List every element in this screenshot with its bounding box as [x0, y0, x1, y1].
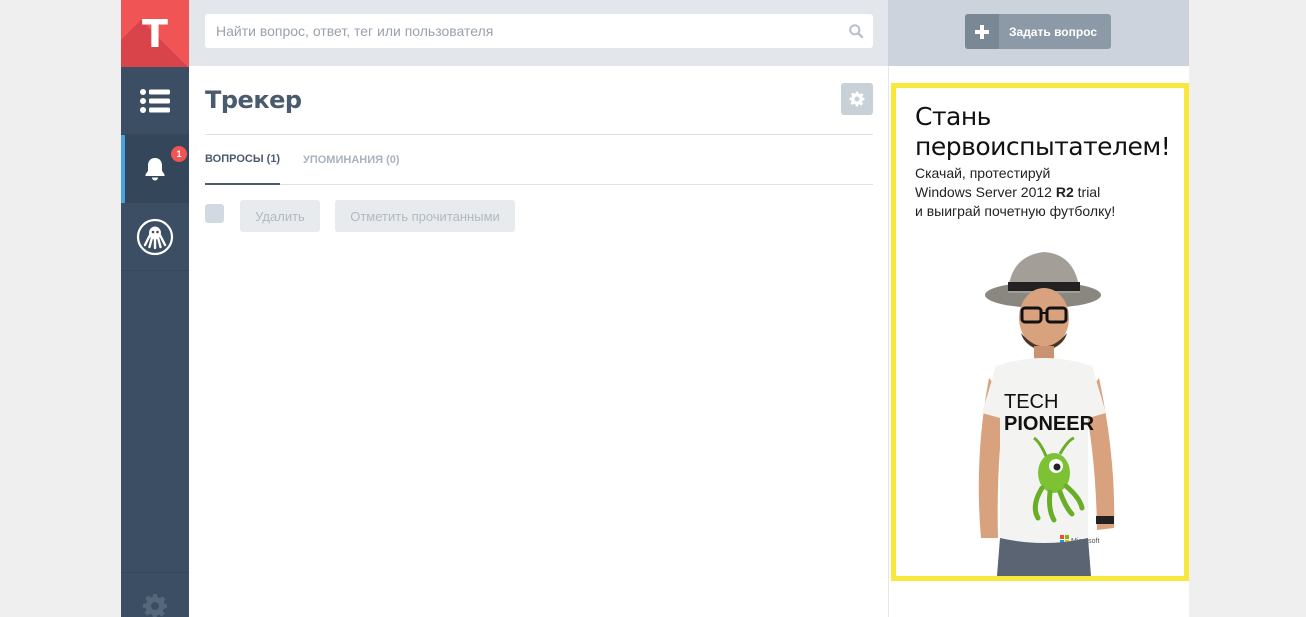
tracker-settings-button[interactable]: [841, 83, 873, 115]
gear-icon: [849, 91, 865, 107]
ad-person-image: TECH PIONEER Microsoft: [978, 252, 1115, 576]
tabs: ВОПРОСЫ (1) УПОМИНАНИЯ (0): [205, 135, 873, 185]
ad-title: Стань первоиспытателем!: [915, 102, 1171, 162]
sidebar-item-feed[interactable]: [121, 67, 189, 135]
sidebar: T 1: [121, 0, 189, 617]
ad-text-line2-pre: Windows Server 2012: [915, 184, 1056, 200]
notification-badge: 1: [171, 146, 187, 162]
tab-questions[interactable]: ВОПРОСЫ (1): [205, 135, 281, 185]
ad-text-line2: Windows Server 2012 R2 trial: [915, 183, 1115, 202]
bell-icon: [145, 158, 165, 181]
tab-mentions[interactable]: УПОМИНАНИЯ (0): [303, 135, 400, 185]
right-column: Стань первоиспытателем! Скачай, протести…: [888, 66, 1189, 617]
logo-letter: T: [142, 11, 168, 56]
ad-text-line1: Скачай, протестируй: [915, 165, 1051, 181]
ad-text-line3: и выиграй почетную футболку!: [915, 203, 1116, 219]
ad-text-line2-bold: R2: [1055, 184, 1074, 200]
shirt-text-line1: TECH: [1004, 391, 1058, 413]
ad-text: Скачай, протестируй Windows Server 2012 …: [915, 164, 1115, 221]
ask-question-button[interactable]: Задать вопрос: [965, 14, 1111, 49]
delete-button[interactable]: Удалить: [240, 200, 320, 232]
shirt-text-line2: PIONEER: [1004, 413, 1095, 435]
search-input[interactable]: [205, 14, 835, 48]
search-icon[interactable]: [849, 24, 863, 38]
list-icon: [140, 88, 170, 113]
logo[interactable]: T: [121, 0, 189, 67]
ad-banner[interactable]: Стань первоиспытателем! Скачай, протести…: [891, 83, 1189, 581]
page-title: Трекер: [205, 86, 302, 114]
plus-icon: [975, 24, 989, 39]
sidebar-item-profile[interactable]: [121, 203, 189, 271]
search-box: [205, 14, 873, 48]
ask-plus: [965, 14, 999, 49]
select-all-checkbox[interactable]: [205, 204, 224, 223]
ask-question-label: Задать вопрос: [1009, 24, 1098, 39]
sidebar-item-tracker[interactable]: 1: [121, 135, 189, 203]
octopus-icon: [136, 218, 174, 255]
mark-read-button[interactable]: Отметить прочитанными: [335, 200, 515, 232]
ask-panel: Задать вопрос: [888, 0, 1189, 66]
header: [189, 0, 888, 66]
ad-title-line1: Стань: [915, 102, 991, 131]
sidebar-settings[interactable]: [121, 572, 189, 617]
ad-text-line2-post: trial: [1073, 184, 1101, 200]
ad-title-line2: первоиспытателем!: [915, 132, 1171, 161]
main-content: Трекер ВОПРОСЫ (1) УПОМИНАНИЯ (0) Удалит…: [189, 66, 888, 617]
gear-icon: [143, 594, 167, 617]
